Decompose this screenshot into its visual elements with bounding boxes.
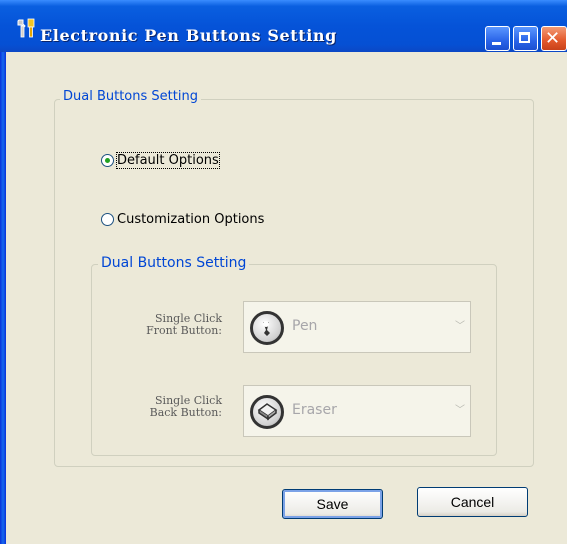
maximize-button[interactable]: [513, 26, 538, 51]
default-options-radio[interactable]: Default Options: [101, 152, 220, 169]
back-button-label-line2: Back Button:: [149, 406, 222, 419]
close-icon: ✕: [545, 28, 561, 49]
title-bar[interactable]: Electronic Pen Buttons Setting ✕: [0, 0, 567, 52]
minimize-icon: [492, 42, 501, 45]
radio-checked-icon[interactable]: [101, 154, 114, 167]
chevron-down-icon[interactable]: ﹀: [452, 388, 468, 434]
chevron-down-icon[interactable]: ﹀: [452, 304, 468, 350]
custom-buttons-group-label: Dual Buttons Setting: [98, 255, 250, 271]
window-title: Electronic Pen Buttons Setting: [40, 26, 337, 45]
eraser-icon: [250, 395, 284, 429]
pen-icon: [250, 311, 284, 345]
customization-options-radio[interactable]: Customization Options: [101, 212, 264, 227]
window-left-border: [0, 0, 6, 544]
maximize-icon: [519, 32, 530, 43]
back-button-label: Single Click Back Button:: [117, 395, 222, 419]
close-button[interactable]: ✕: [541, 26, 567, 51]
back-button-value: Eraser: [292, 402, 337, 418]
dual-buttons-group-label: Dual Buttons Setting: [60, 89, 201, 104]
default-options-label[interactable]: Default Options: [116, 152, 220, 169]
front-button-label-line2: Front Button:: [146, 324, 222, 337]
save-button[interactable]: Save: [282, 489, 383, 519]
front-button-select[interactable]: Pen ﹀: [243, 301, 471, 353]
minimize-button[interactable]: [485, 26, 510, 51]
front-button-value: Pen: [292, 318, 318, 334]
cancel-button[interactable]: Cancel: [417, 487, 528, 517]
radio-unchecked-icon[interactable]: [101, 213, 114, 226]
front-button-label: Single Click Front Button:: [117, 313, 222, 337]
dialog-window: Electronic Pen Buttons Setting ✕ Dual Bu…: [0, 0, 567, 544]
customization-options-label[interactable]: Customization Options: [117, 212, 264, 227]
back-button-select[interactable]: Eraser ﹀: [243, 385, 471, 437]
tools-icon: [16, 18, 38, 38]
